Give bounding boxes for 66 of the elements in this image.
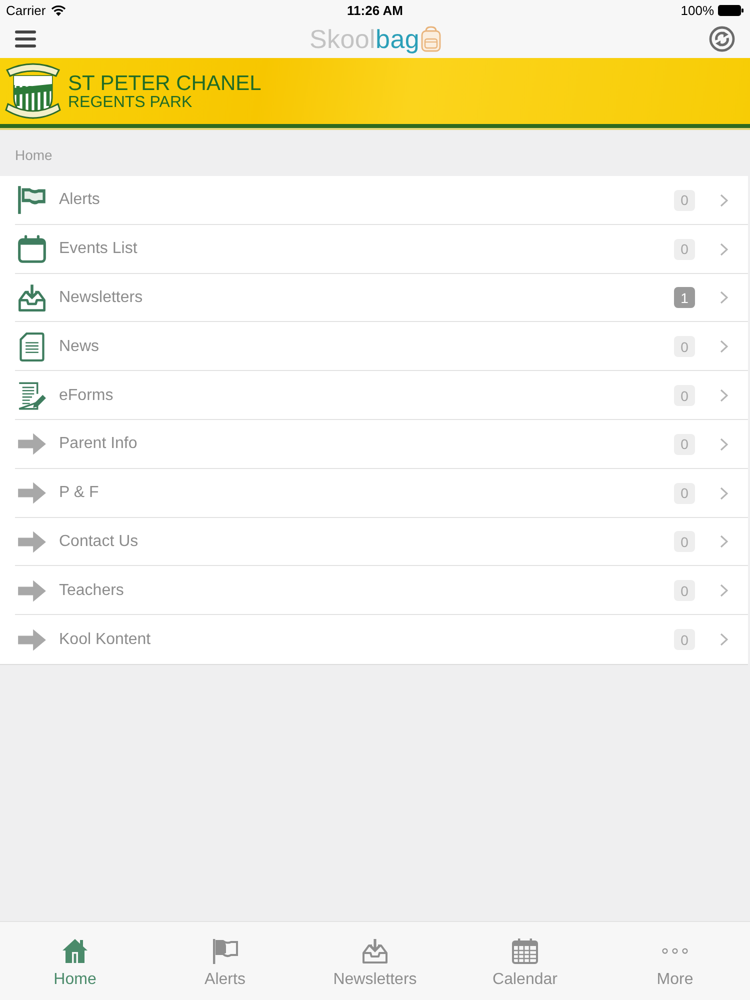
count-badge: 0 xyxy=(674,629,695,650)
form-pencil-icon xyxy=(17,380,47,411)
count-badge: 0 xyxy=(674,434,695,455)
flag-icon xyxy=(17,185,47,216)
calendar-icon xyxy=(17,234,47,264)
menu-row[interactable]: Events List 0 xyxy=(0,224,748,274)
menu-icon[interactable] xyxy=(15,30,36,48)
battery-percent: 100% xyxy=(680,2,714,18)
flag-icon xyxy=(211,938,239,964)
document-icon xyxy=(17,332,47,362)
count-badge: 0 xyxy=(674,482,695,504)
clock-time: 11:26 AM xyxy=(347,2,403,18)
chevron-right-icon xyxy=(720,242,728,256)
chevron-right-icon xyxy=(720,389,728,402)
chevron-right-icon xyxy=(720,535,728,548)
row-label: Alerts xyxy=(59,191,101,210)
menu-row[interactable]: Kool Kontent 0 xyxy=(0,615,748,664)
school-name: ST PETER CHANEL xyxy=(68,73,262,94)
menu-row[interactable]: News 0 xyxy=(0,322,748,372)
tray-download-icon xyxy=(360,938,389,964)
chevron-right-icon xyxy=(720,340,728,354)
calendar-icon xyxy=(511,938,539,964)
breadcrumb: Home xyxy=(15,147,52,163)
count-badge: 0 xyxy=(674,190,695,211)
chevron-right-icon xyxy=(720,438,728,451)
row-label: Newsletters xyxy=(59,288,144,307)
chevron-right-icon xyxy=(720,486,728,500)
tab-button[interactable]: Newsletters xyxy=(333,922,417,1000)
menu-row[interactable]: Parent Info 0 xyxy=(0,420,748,469)
tab-button[interactable]: Home xyxy=(54,922,96,1000)
row-label: Teachers xyxy=(59,582,125,600)
row-label: eForms xyxy=(59,386,114,405)
tab-button[interactable]: Alerts xyxy=(204,922,246,1000)
count-badge: 0 xyxy=(674,580,695,602)
menu-row[interactable]: eForms 0 xyxy=(0,371,748,420)
count-badge: 1 xyxy=(674,287,695,308)
menu-row[interactable]: Alerts 0 xyxy=(0,176,748,225)
tab-button[interactable]: More xyxy=(656,922,694,1000)
count-badge: 0 xyxy=(674,385,695,406)
menu-row[interactable]: P & F 0 xyxy=(0,468,748,518)
backpack-icon xyxy=(420,26,441,52)
wifi-icon xyxy=(50,4,66,16)
row-label: P & F xyxy=(59,484,100,502)
chevron-right-icon xyxy=(720,633,728,646)
tab-button[interactable]: Calendar xyxy=(492,922,558,1000)
row-label: Events List xyxy=(59,240,138,258)
chevron-right-icon xyxy=(720,291,728,304)
row-label: Kool Kontent xyxy=(59,630,152,649)
menu-row[interactable]: Contact Us 0 xyxy=(0,518,748,566)
chevron-right-icon xyxy=(720,584,728,598)
sync-icon[interactable] xyxy=(709,26,735,52)
row-label: Parent Info xyxy=(59,435,138,454)
row-label: Contact Us xyxy=(59,532,140,551)
tray-download-icon xyxy=(17,282,47,313)
menu-row[interactable]: Newsletters 1 xyxy=(0,274,748,322)
chevron-right-icon xyxy=(720,194,728,207)
carrier-label: Carrier xyxy=(6,2,46,18)
count-badge: 0 xyxy=(674,336,695,358)
menu-row[interactable]: Teachers 0 xyxy=(0,566,748,616)
battery-icon xyxy=(718,4,744,16)
count-badge: 0 xyxy=(674,531,695,552)
row-label: News xyxy=(59,338,100,356)
school-location: REGENTS PARK xyxy=(68,94,194,111)
count-badge: 0 xyxy=(674,238,695,260)
more-dots-icon xyxy=(662,948,688,954)
home-icon xyxy=(61,938,89,964)
